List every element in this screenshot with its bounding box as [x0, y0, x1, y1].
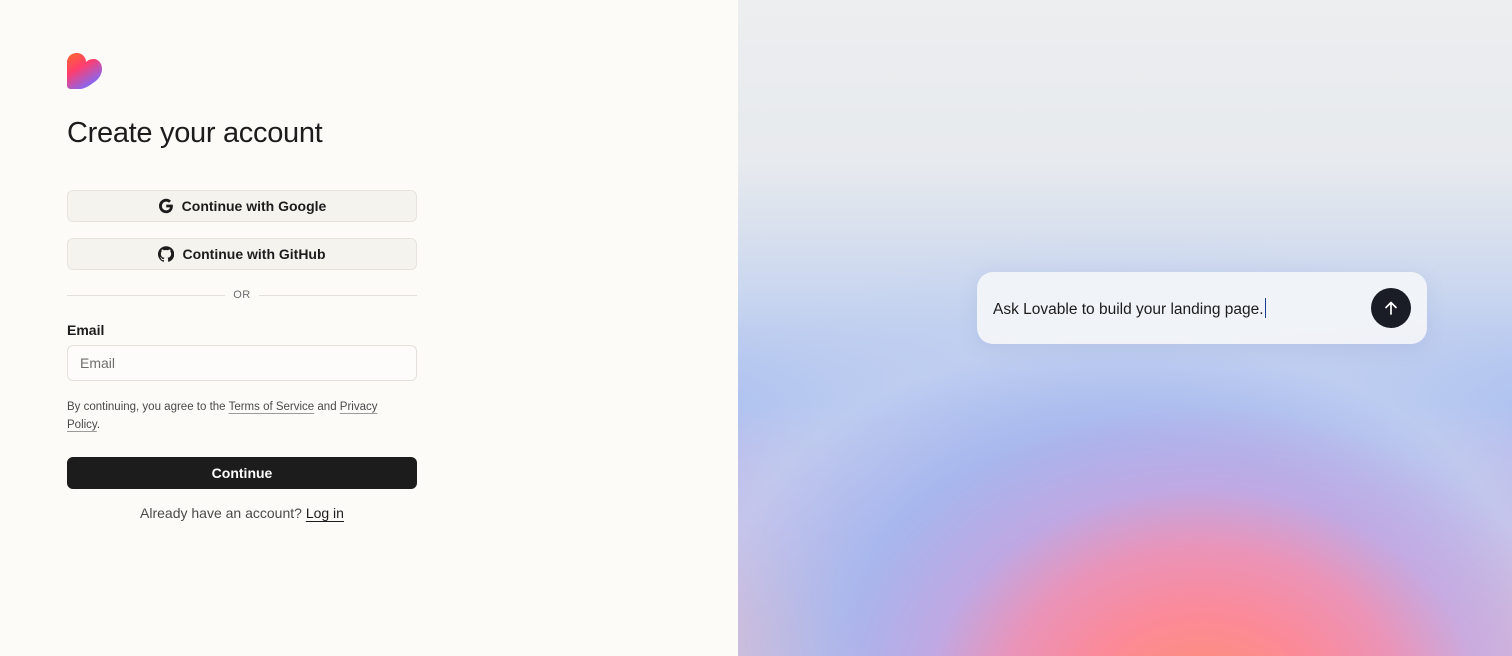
email-field[interactable] — [67, 345, 417, 381]
github-icon — [158, 246, 175, 262]
divider-text: OR — [233, 289, 251, 301]
terms-suffix: . — [96, 419, 101, 431]
terms-and: and — [317, 401, 337, 413]
continue-with-google-button[interactable]: Continue with Google — [67, 190, 417, 222]
send-button[interactable] — [1371, 288, 1411, 328]
email-label: Email — [67, 322, 105, 338]
page: Create your account Continue with Google… — [0, 0, 1512, 656]
prompt-box[interactable]: Ask Lovable to build your landing page. — [977, 272, 1427, 344]
login-prompt: Already have an account? Log in — [67, 505, 417, 521]
continue-button[interactable]: Continue — [67, 457, 417, 489]
auth-panel: Create your account Continue with Google… — [0, 0, 738, 656]
continue-with-github-button[interactable]: Continue with GitHub — [67, 238, 417, 270]
log-in-link[interactable]: Log in — [306, 505, 344, 521]
divider-line-left — [67, 294, 226, 296]
prompt-input[interactable]: Ask Lovable to build your landing page. — [993, 297, 1371, 319]
divider-line-right — [258, 294, 417, 296]
terms-prefix: By continuing, you agree to the — [67, 401, 226, 413]
terms-notice: By continuing, you agree to the Terms of… — [67, 398, 397, 434]
prompt-text: Ask Lovable to build your landing page. — [993, 300, 1264, 318]
login-prompt-text: Already have an account? — [140, 505, 302, 521]
lovable-logo — [67, 53, 102, 89]
page-title: Create your account — [67, 117, 323, 149]
terms-of-service-link[interactable]: Terms of Service — [229, 401, 315, 413]
hero-panel: Ask Lovable to build your landing page. — [738, 0, 1512, 656]
text-caret — [1264, 297, 1267, 318]
google-icon — [158, 198, 174, 214]
or-divider: OR — [67, 286, 417, 304]
arrow-up-icon — [1385, 301, 1397, 315]
google-button-label: Continue with Google — [181, 198, 327, 214]
github-button-label: Continue with GitHub — [182, 246, 326, 262]
